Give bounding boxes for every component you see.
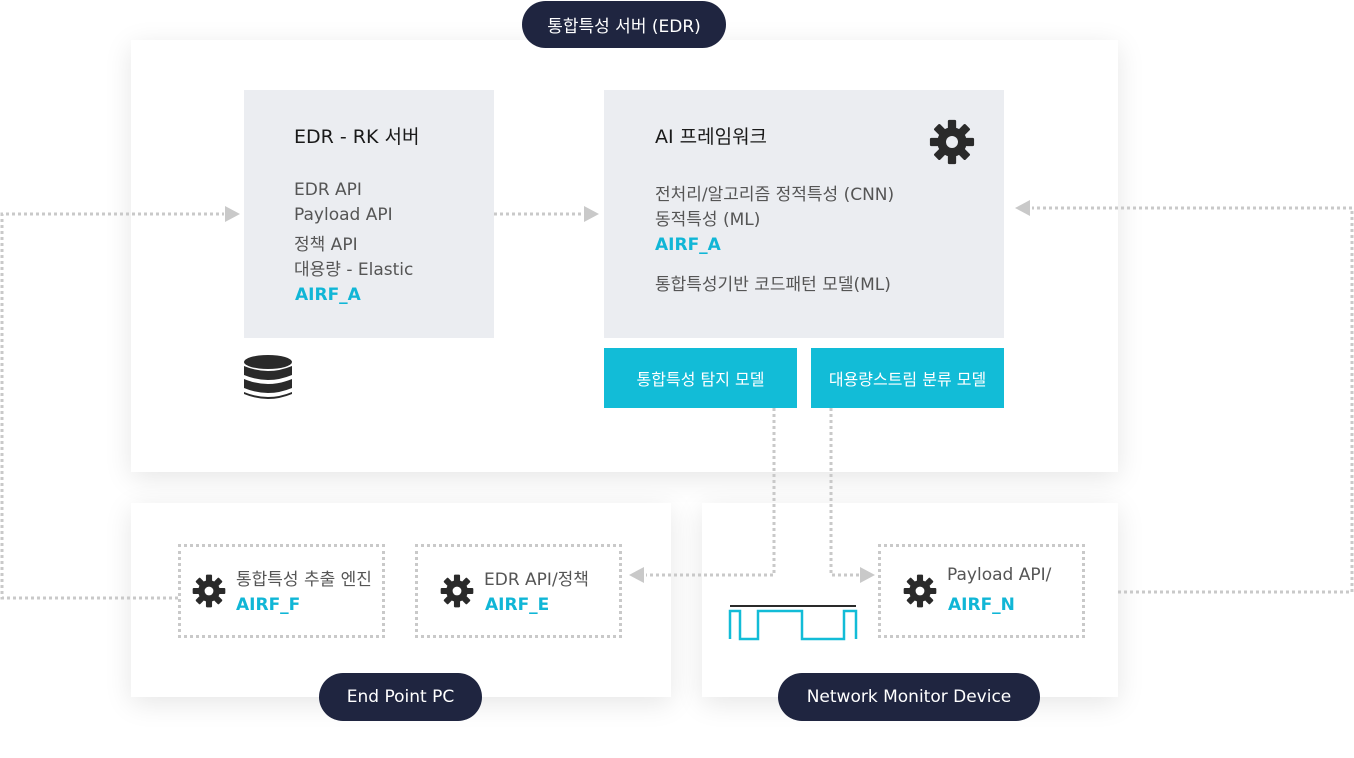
edr-line: Payload API <box>294 205 393 225</box>
ai-line: 동적특성 (ML) <box>655 210 761 230</box>
payload-api-label: Payload API/ <box>947 565 1052 585</box>
edr-server-pill: 통합특성 서버 (EDR) <box>522 1 726 48</box>
gear-icon <box>192 574 226 608</box>
endpoint-pc-pill: End Point PC <box>319 673 482 721</box>
database-icon <box>244 355 292 399</box>
signal-wave-icon <box>728 605 858 641</box>
api-policy-tag: AIRF_E <box>485 595 550 615</box>
ai-line: 전처리/알고리즘 정적특성 (CNN) <box>655 185 895 205</box>
edr-tag: AIRF_A <box>295 285 361 305</box>
edr-rk-server-title: EDR - RK 서버 <box>294 126 420 148</box>
edr-line: 대용량 - Elastic <box>294 260 414 280</box>
gear-icon <box>903 574 937 608</box>
detection-model-box: 통합특성 탐지 모델 <box>604 348 797 408</box>
edr-line: EDR API <box>294 180 362 200</box>
ai-line: 통합특성기반 코드패턴 모델(ML) <box>655 275 891 295</box>
engine-label: 통합특성 추출 엔진 <box>236 570 372 590</box>
edr-line: 정책 API <box>294 235 358 255</box>
payload-api-tag: AIRF_N <box>948 595 1015 615</box>
gear-icon <box>440 574 474 608</box>
api-policy-label: EDR API/정책 <box>484 570 589 590</box>
engine-tag: AIRF_F <box>236 595 301 615</box>
stream-classification-model-box: 대용량스트림 분류 모델 <box>811 348 1004 408</box>
ai-framework-title: AI 프레임워크 <box>655 126 768 148</box>
ai-tag: AIRF_A <box>655 235 721 255</box>
gear-icon <box>929 119 975 165</box>
network-monitor-pill: Network Monitor Device <box>778 673 1040 721</box>
